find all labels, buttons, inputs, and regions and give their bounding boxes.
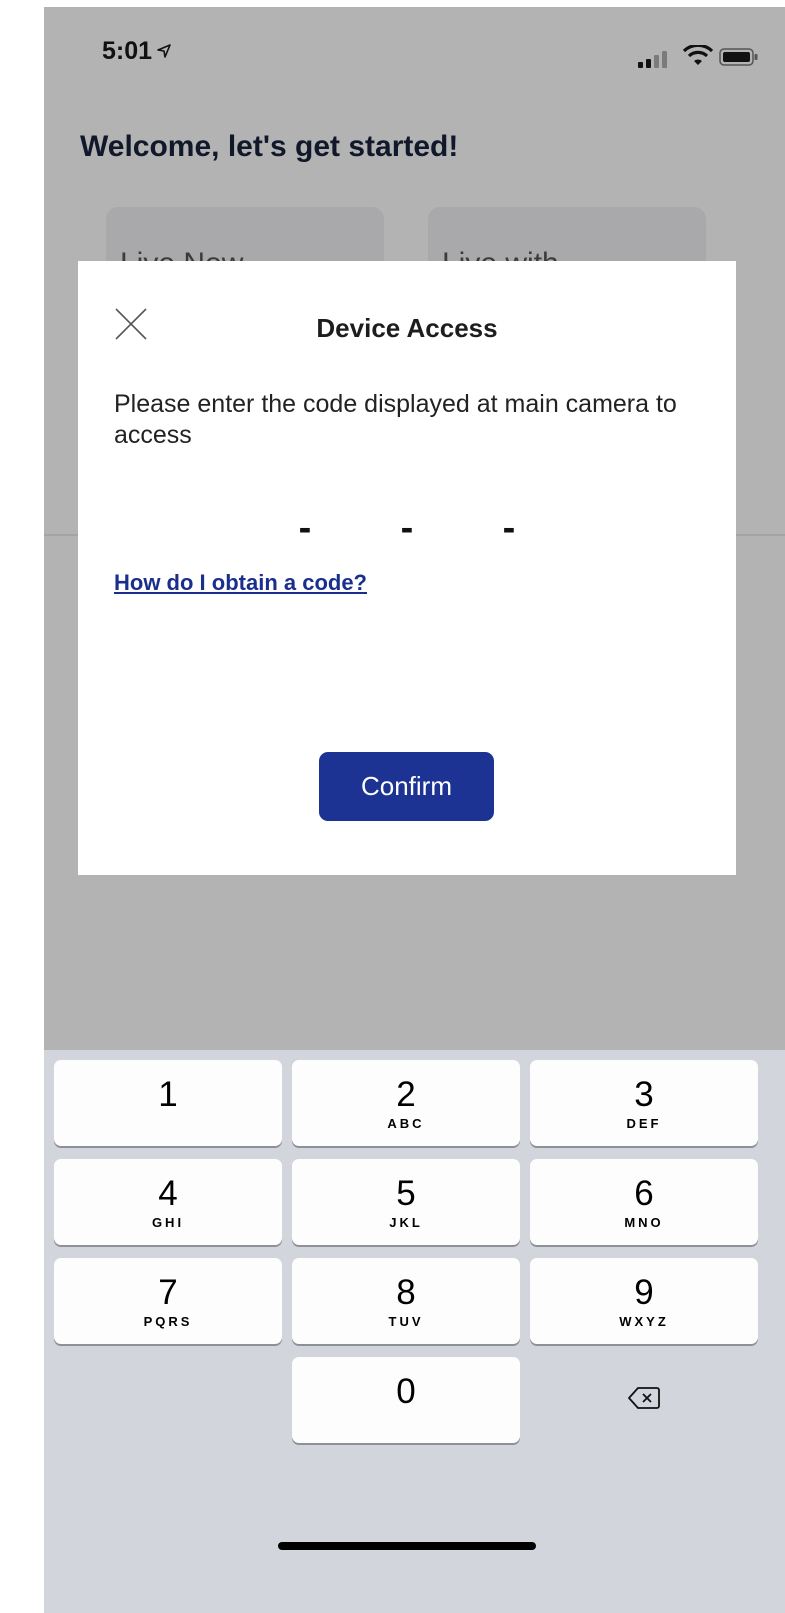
location-arrow-icon [156,37,172,66]
key-digit: 1 [158,1074,178,1114]
key-digit: 8 [396,1272,416,1312]
key-digit: 5 [396,1173,416,1213]
key-letters: WXYZ [619,1313,669,1329]
backspace-icon [628,1386,660,1415]
confirm-button[interactable]: Confirm [319,752,494,821]
key-digit: 7 [158,1272,178,1312]
key-3[interactable]: 3 DEF [530,1060,758,1146]
device-access-dialog: Device Access Please enter the code disp… [78,261,736,875]
key-1[interactable]: 1 [54,1060,282,1146]
key-letters: JKL [389,1214,423,1230]
key-letters: PQRS [143,1313,193,1329]
key-digit: 2 [396,1074,416,1114]
code-slot: - [502,507,516,549]
key-5[interactable]: 5 JKL [292,1159,520,1245]
welcome-heading: Welcome, let's get started! [80,130,459,163]
phone-screen: 5:01 Welcome, let's get started! Live No… [44,7,785,1613]
key-0[interactable]: 0 [292,1357,520,1443]
numeric-keypad: 1 2 ABC 3 DEF 4 GHI 5 JKL 6 MNO 7 PQRS 8 TUV 9W… [44,1050,785,1613]
code-input[interactable]: - - - [292,507,522,550]
key-7[interactable]: 7 PQRS [54,1258,282,1344]
signal-icon [638,51,667,68]
wifi-icon [682,43,714,72]
key-letters: MNO [624,1214,664,1230]
home-indicator[interactable] [278,1542,536,1550]
key-4[interactable]: 4 GHI [54,1159,282,1245]
help-link[interactable]: How do I obtain a code? [114,570,367,596]
dialog-title: Device Access [316,313,498,343]
dialog-message: Please enter the code displayed at main … [114,390,677,449]
key-digit: 4 [158,1173,178,1213]
key-digit: 9 [634,1272,654,1312]
key-9[interactable]: 9 WXYZ [530,1258,758,1344]
key-2[interactable]: 2 ABC [292,1060,520,1146]
key-letters: GHI [151,1214,185,1230]
key-blank [54,1357,282,1443]
code-slot: - [298,507,312,549]
key-letters: DEF [626,1115,662,1131]
key-digit: 6 [634,1173,654,1213]
status-bar: 5:01 [44,37,785,77]
battery-icon [719,47,759,72]
key-8[interactable]: 8 TUV [292,1258,520,1344]
key-6[interactable]: 6 MNO [530,1159,758,1245]
key-letters: ABC [387,1115,425,1131]
code-slot: - [400,507,414,549]
status-time: 5:01 [102,37,172,66]
backspace-key[interactable] [530,1357,758,1443]
key-digit: 3 [634,1074,654,1114]
key-letters: TUV [388,1313,424,1329]
key-digit: 0 [396,1371,416,1411]
